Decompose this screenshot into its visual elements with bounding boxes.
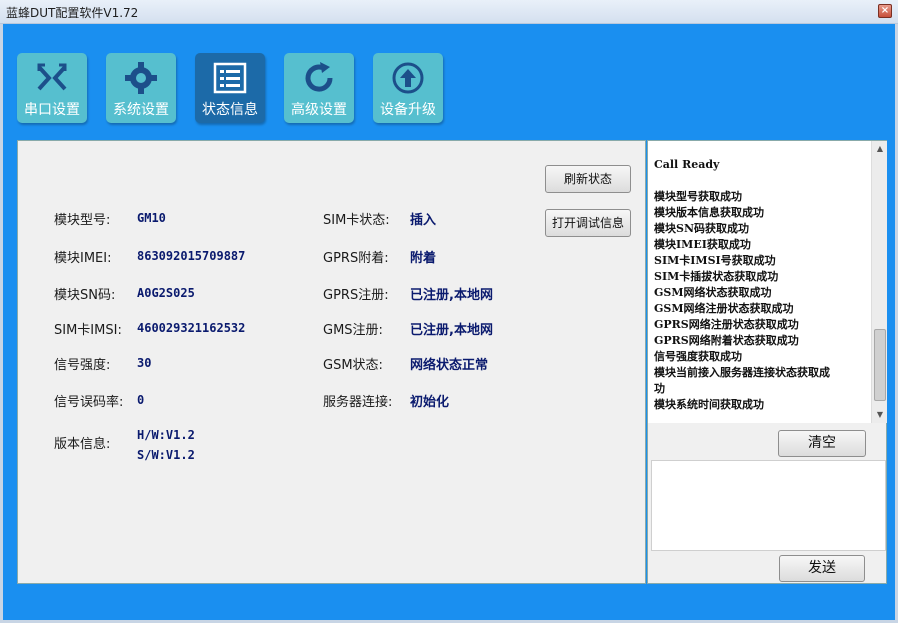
gsm-state-label: GSM状态: — [323, 358, 383, 373]
refresh-status-button[interactable]: 刷新状态 — [545, 165, 631, 193]
window-title: 蓝蜂DUT配置软件V1.72 — [6, 6, 139, 20]
scroll-thumb[interactable] — [874, 329, 886, 401]
signal-label: 信号强度: — [54, 358, 111, 373]
imsi-label: SIM卡IMSI: — [54, 323, 122, 338]
log-line: GSM网络注册状态获取成功 — [654, 302, 794, 315]
log-line: Call Ready — [654, 158, 720, 171]
version-label: 版本信息: — [54, 437, 111, 452]
log-line: 模块系统时间获取成功 — [654, 398, 764, 411]
module-model-label: 模块型号: — [54, 213, 111, 228]
log-line: 模块当前接入服务器连接状态获取成 — [654, 366, 830, 379]
tab-label: 串口设置 — [24, 102, 80, 118]
gms-reg-value: 已注册,本地网 — [410, 323, 493, 338]
gprs-reg-label: GPRS注册: — [323, 288, 389, 303]
send-button[interactable]: 发送 — [779, 555, 865, 582]
sim-status-value: 插入 — [410, 213, 437, 228]
log-line: 功 — [654, 382, 665, 395]
log-scrollbar[interactable]: ▲ ▼ — [871, 141, 887, 423]
tab-label: 状态信息 — [202, 102, 258, 118]
server-connection-value: 初始化 — [410, 395, 450, 410]
upload-icon — [392, 62, 424, 94]
send-input[interactable] — [651, 460, 886, 551]
sw-version-value: S/W:V1.2 — [137, 448, 195, 462]
gprs-attach-label: GPRS附着: — [323, 251, 389, 266]
log-panel: Call Ready 模块型号获取成功 模块版本信息获取成功 模块SN码获取成功… — [647, 140, 887, 584]
signal-value: 30 — [137, 356, 152, 370]
tab-device-upgrade[interactable]: 设备升级 — [373, 53, 443, 123]
ber-label: 信号误码率: — [54, 395, 124, 410]
log-line: SIM卡IMSI号获取成功 — [654, 254, 776, 267]
gms-reg-label: GMS注册: — [323, 323, 383, 338]
gprs-attach-value: 附着 — [410, 251, 437, 266]
open-debug-button[interactable]: 打开调试信息 — [545, 209, 631, 237]
scroll-up-icon[interactable]: ▲ — [872, 141, 888, 157]
gprs-reg-value: 已注册,本地网 — [410, 288, 493, 303]
sim-status-label: SIM卡状态: — [323, 213, 390, 228]
title-bar: 蓝蜂DUT配置软件V1.72 × — [0, 0, 898, 24]
refresh-icon — [305, 62, 333, 92]
log-line: 模块IMEI获取成功 — [654, 238, 751, 251]
tab-advanced-settings[interactable]: 高级设置 — [284, 53, 354, 123]
tab-label: 高级设置 — [291, 102, 347, 118]
log-output[interactable]: Call Ready 模块型号获取成功 模块版本信息获取成功 模块SN码获取成功… — [648, 141, 871, 423]
server-connection-label: 服务器连接: — [323, 395, 393, 410]
log-line: SIM卡插拔状态获取成功 — [654, 270, 779, 283]
shuffle-icon — [37, 63, 67, 91]
hw-version-value: H/W:V1.2 — [137, 428, 195, 442]
tab-serial-settings[interactable]: 串口设置 — [17, 53, 87, 123]
log-line: 模块型号获取成功 — [654, 190, 742, 203]
gear-icon — [125, 62, 157, 94]
sn-label: 模块SN码: — [54, 288, 116, 303]
imei-label: 模块IMEI: — [54, 251, 112, 266]
log-line: GPRS网络注册状态获取成功 — [654, 318, 799, 331]
module-model-value: GM10 — [137, 211, 166, 225]
tab-label: 设备升级 — [380, 102, 436, 118]
gsm-state-value: 网络状态正常 — [410, 358, 489, 373]
close-button[interactable]: × — [878, 4, 892, 18]
imsi-value: 460029321162532 — [137, 321, 246, 335]
ber-value: 0 — [137, 393, 145, 407]
tab-system-settings[interactable]: 系统设置 — [106, 53, 176, 123]
tab-status-info[interactable]: 状态信息 — [195, 53, 265, 123]
scroll-down-icon[interactable]: ▼ — [872, 407, 888, 423]
sn-value: A0G2S025 — [137, 286, 195, 300]
status-panel: 模块型号: GM10 模块IMEI: 863092015709887 模块SN码… — [17, 140, 646, 584]
log-line: GSM网络状态获取成功 — [654, 286, 772, 299]
imei-value: 863092015709887 — [137, 249, 246, 263]
log-line: 信号强度获取成功 — [654, 350, 742, 363]
clear-button[interactable]: 清空 — [778, 430, 866, 457]
list-icon — [213, 62, 247, 94]
tab-label: 系统设置 — [113, 102, 169, 118]
log-line: 模块SN码获取成功 — [654, 222, 749, 235]
log-line: GPRS网络附着状态获取成功 — [654, 334, 799, 347]
log-line: 模块版本信息获取成功 — [654, 206, 764, 219]
